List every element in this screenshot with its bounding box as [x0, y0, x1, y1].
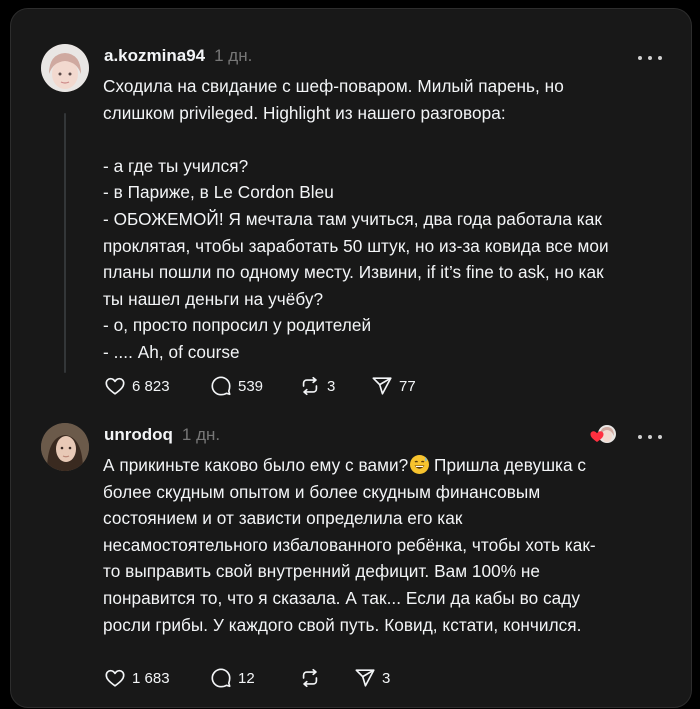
dot-icon	[648, 435, 652, 439]
sweat-smile-emoji-icon	[410, 455, 430, 474]
comment-button[interactable]: 539	[210, 374, 263, 398]
post: a.kozmina94 1 дн. Сходила на свидание с …	[11, 9, 691, 409]
repost-button[interactable]: 3	[299, 374, 335, 398]
like-button[interactable]: 1 683	[104, 666, 170, 690]
timestamp: 1 дн.	[214, 46, 253, 65]
thread-line	[64, 113, 66, 373]
post-header: a.kozmina94 1 дн.	[104, 46, 252, 68]
avatar[interactable]	[41, 44, 89, 92]
dot-icon	[658, 435, 662, 439]
more-options-button[interactable]	[638, 432, 662, 442]
action-bar: 6 823 539 3 77	[104, 374, 504, 398]
dot-icon	[658, 56, 662, 60]
post-text-rest: Пришла девушка с более скудным опытом и …	[103, 455, 596, 635]
liked-by-author-badge[interactable]	[589, 423, 619, 445]
username[interactable]: a.kozmina94	[104, 46, 205, 66]
like-button[interactable]: 6 823	[104, 374, 170, 398]
comment-count: 12	[238, 669, 255, 687]
post-header: unrodoq 1 дн.	[104, 425, 220, 447]
repost-count: 3	[327, 377, 336, 395]
post-text-start: А прикиньте каково было ему с вами?	[103, 455, 409, 475]
share-button[interactable]: 77	[371, 374, 416, 398]
share-count: 77	[399, 377, 416, 395]
comment-icon	[211, 376, 231, 396]
post: unrodoq 1 дн. А прикиньте каково было ем…	[11, 409, 691, 709]
dot-icon	[648, 56, 652, 60]
repost-icon	[302, 668, 318, 688]
post-text: А прикиньте каково было ему с вами? Приш…	[103, 452, 683, 638]
timestamp: 1 дн.	[181, 425, 221, 444]
share-count: 3	[382, 669, 391, 687]
like-count: 6 823	[132, 377, 170, 395]
heart-icon	[105, 377, 125, 395]
share-button[interactable]: 3	[354, 666, 390, 690]
avatar[interactable]	[41, 423, 89, 471]
dot-icon	[638, 56, 642, 60]
comment-icon	[211, 668, 231, 688]
send-icon	[355, 669, 375, 687]
send-icon	[372, 377, 392, 395]
more-options-button[interactable]	[638, 53, 662, 63]
liked-by-avatar-icon	[590, 425, 616, 443]
repost-button[interactable]	[299, 666, 321, 690]
heart-icon	[105, 669, 125, 687]
like-count: 1 683	[132, 669, 170, 687]
action-bar: 1 683 12 3	[104, 666, 504, 690]
dot-icon	[638, 435, 642, 439]
threads-feed-card: a.kozmina94 1 дн. Сходила на свидание с …	[10, 8, 692, 708]
comment-count: 539	[238, 377, 264, 395]
comment-button[interactable]: 12	[210, 666, 255, 690]
username[interactable]: unrodoq	[104, 425, 173, 445]
post-text: Сходила на свидание с шеф-поваром. Милый…	[103, 76, 609, 362]
repost-icon	[302, 376, 318, 396]
